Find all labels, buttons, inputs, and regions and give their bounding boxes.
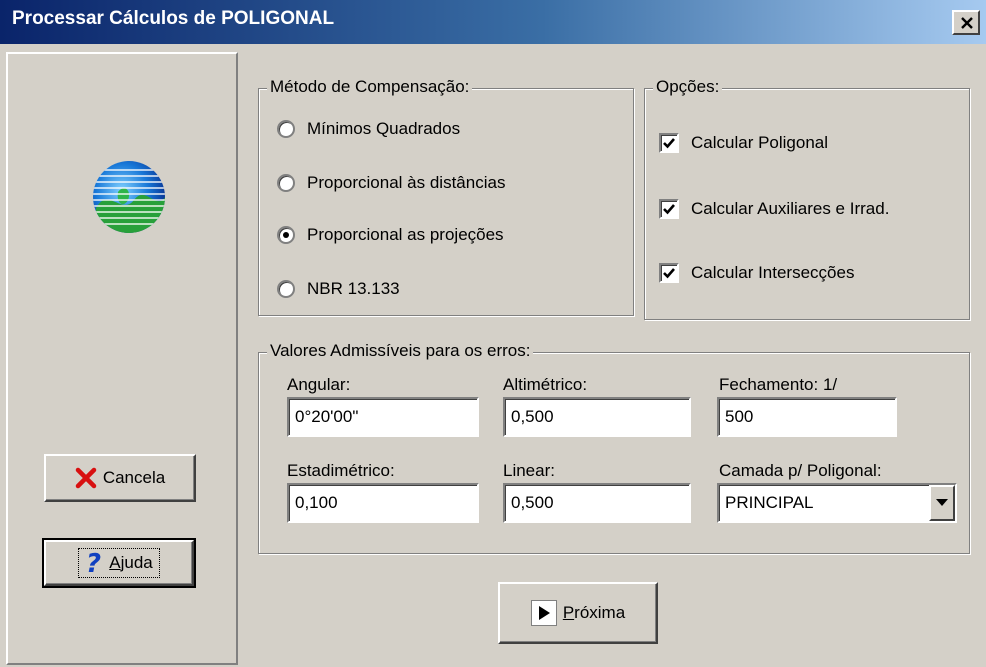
radio-button[interactable] bbox=[277, 120, 295, 138]
focus-ring: ? Ajuda bbox=[78, 548, 160, 578]
window-title: Processar Cálculos de POLIGONAL bbox=[12, 8, 335, 29]
help-button[interactable]: ? Ajuda bbox=[42, 538, 196, 588]
radio-minimos-quadrados[interactable]: Mínimos Quadrados bbox=[277, 119, 460, 139]
angular-label: Angular: bbox=[287, 375, 351, 394]
close-button[interactable] bbox=[952, 10, 980, 35]
radio-label: NBR 13.133 bbox=[307, 279, 400, 298]
linear-input[interactable]: 0,500 bbox=[503, 483, 691, 523]
camada-label: Camada p/ Poligonal: bbox=[719, 461, 882, 480]
options-legend: Opções: bbox=[653, 77, 723, 97]
radio-proporcional-projecoes[interactable]: Proporcional as projeções bbox=[277, 225, 504, 245]
checkbox-label: Calcular Auxiliares e Irrad. bbox=[691, 199, 890, 218]
close-icon bbox=[961, 17, 973, 29]
check-calcular-poligonal[interactable]: Calcular Poligonal bbox=[659, 133, 828, 153]
checkbox-label: Calcular Poligonal bbox=[691, 133, 829, 152]
camada-select[interactable]: PRINCIPAL bbox=[717, 483, 957, 523]
checkmark-icon bbox=[663, 268, 675, 279]
angular-input[interactable]: 0°20'00" bbox=[287, 397, 479, 437]
linear-label: Linear: bbox=[503, 461, 555, 480]
radio-button-selected[interactable] bbox=[277, 226, 295, 244]
radio-button[interactable] bbox=[277, 280, 295, 298]
altimetrico-input[interactable]: 0,500 bbox=[503, 397, 691, 437]
options-group: Opções: Calcular Poligonal Calcular Auxi… bbox=[644, 77, 970, 320]
chevron-down-icon bbox=[936, 499, 948, 506]
checkmark-icon bbox=[663, 204, 675, 215]
compensation-legend: Método de Compensação: bbox=[267, 77, 473, 97]
check-calcular-auxiliares[interactable]: Calcular Auxiliares e Irrad. bbox=[659, 199, 889, 219]
errors-legend: Valores Admissíveis para os erros: bbox=[267, 341, 534, 361]
dropdown-button[interactable] bbox=[929, 485, 955, 521]
radio-proporcional-distancias[interactable]: Proporcional às distâncias bbox=[277, 173, 505, 193]
title-bar[interactable]: Processar Cálculos de POLIGONAL bbox=[0, 0, 986, 44]
radio-label: Proporcional as projeções bbox=[307, 225, 504, 244]
radio-nbr[interactable]: NBR 13.133 bbox=[277, 279, 400, 299]
compensation-group: Método de Compensação: Mínimos Quadrados… bbox=[258, 77, 634, 316]
radio-label: Proporcional às distâncias bbox=[307, 173, 506, 192]
radio-button[interactable] bbox=[277, 174, 295, 192]
fechamento-label: Fechamento: 1/ bbox=[719, 375, 838, 394]
play-arrow-icon bbox=[530, 600, 557, 626]
radio-dot bbox=[283, 232, 289, 238]
checkbox[interactable] bbox=[659, 133, 679, 153]
cancel-label: Cancela bbox=[102, 468, 166, 487]
cancel-button[interactable]: Cancela bbox=[44, 454, 196, 502]
check-calcular-interseccoes[interactable]: Calcular Intersecções bbox=[659, 263, 854, 283]
fechamento-input[interactable]: 500 bbox=[717, 397, 897, 437]
svg-text:?: ? bbox=[86, 550, 101, 576]
question-mark-icon: ? bbox=[86, 550, 101, 576]
next-label: Próxima bbox=[562, 603, 626, 622]
next-button[interactable]: Próxima bbox=[498, 582, 658, 644]
help-label: Ajuda bbox=[109, 553, 153, 572]
camada-value: PRINCIPAL bbox=[725, 493, 814, 512]
globe-logo-icon bbox=[93, 161, 165, 233]
checkbox-label: Calcular Intersecções bbox=[691, 263, 855, 282]
estadimetrico-input[interactable]: 0,100 bbox=[287, 483, 479, 523]
checkmark-icon bbox=[663, 138, 675, 149]
dialog-window: Processar Cálculos de POLIGONAL Cancela … bbox=[0, 0, 986, 667]
errors-group: Valores Admissíveis para os erros: Angul… bbox=[258, 341, 970, 554]
estadimetrico-label: Estadimétrico: bbox=[287, 461, 395, 480]
checkbox[interactable] bbox=[659, 199, 679, 219]
altimetrico-label: Altimétrico: bbox=[503, 375, 588, 394]
checkbox[interactable] bbox=[659, 263, 679, 283]
red-x-icon bbox=[75, 467, 97, 489]
radio-label: Mínimos Quadrados bbox=[307, 119, 461, 138]
